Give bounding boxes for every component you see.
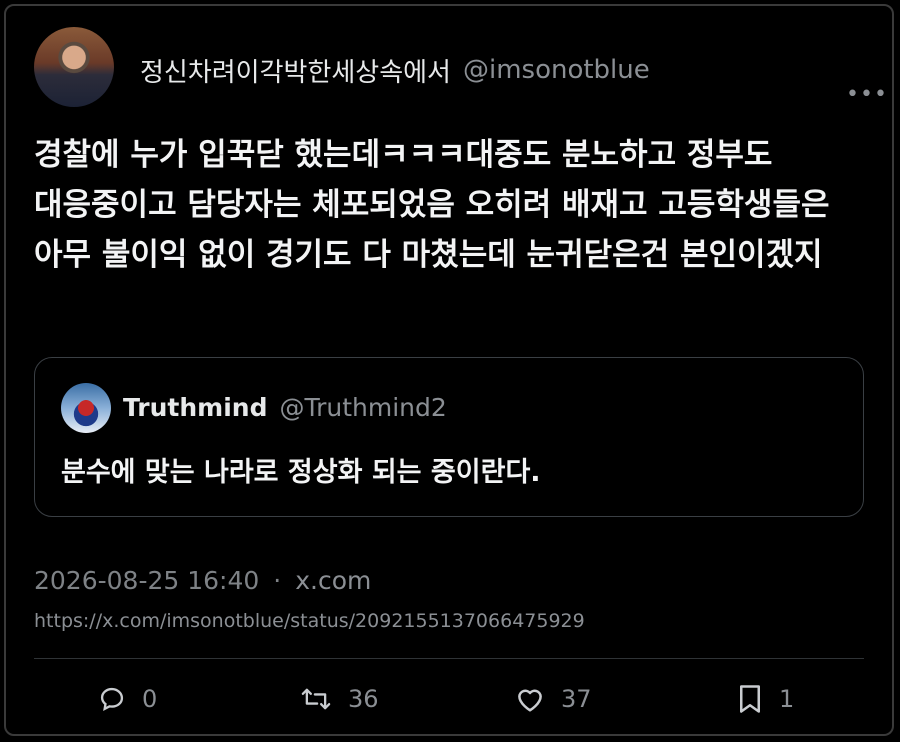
- tweet-meta: 2026-08-25 16:40 · x.com: [34, 566, 371, 595]
- repost-button[interactable]: 36: [300, 676, 379, 722]
- author-avatar[interactable]: [34, 27, 114, 107]
- quoted-author-header: Truthmind @Truthmind2: [123, 393, 447, 422]
- more-dots-icon[interactable]: •••: [846, 84, 888, 106]
- quoted-tweet[interactable]: Truthmind @Truthmind2 분수에 맞는 나라로 정상화 되는 …: [34, 357, 864, 517]
- divider: [34, 658, 864, 659]
- bookmark-button[interactable]: 1: [737, 676, 794, 722]
- timestamp[interactable]: 2026-08-25 16:40: [34, 566, 259, 595]
- tweet-text: 경찰에 누가 입꾹닫 했는데ㅋㅋㅋ대중도 분노하고 정부도 대응중이고 담당자는…: [34, 137, 830, 273]
- quoted-tweet-text: 분수에 맞는 나라로 정상화 되는 중이란다.: [61, 457, 541, 488]
- reply-icon: [98, 685, 126, 713]
- status-url[interactable]: https://x.com/imsonotblue/status/2092155…: [34, 610, 585, 632]
- action-bar: 0 36 37 1: [34, 676, 864, 722]
- quoted-display-name[interactable]: Truthmind: [123, 393, 268, 422]
- like-count: 37: [561, 685, 592, 713]
- source-domain[interactable]: x.com: [295, 566, 371, 595]
- quoted-author-avatar[interactable]: [61, 383, 111, 433]
- like-button[interactable]: 37: [515, 676, 592, 722]
- reply-count: 0: [142, 685, 158, 713]
- author-header: 정신차려이각박한세상속에서 @imsonotblue: [140, 52, 650, 88]
- heart-icon: [515, 685, 545, 713]
- meta-separator: ·: [273, 566, 282, 595]
- quoted-handle[interactable]: @Truthmind2: [280, 393, 447, 422]
- repost-count: 36: [348, 685, 379, 713]
- bookmark-icon: [737, 684, 763, 714]
- author-display-name[interactable]: 정신차려이각박한세상속에서: [140, 52, 451, 89]
- reply-button[interactable]: 0: [98, 676, 157, 722]
- author-handle[interactable]: @imsonotblue: [463, 55, 650, 85]
- bookmark-count: 1: [779, 685, 795, 713]
- repost-icon: [300, 685, 332, 713]
